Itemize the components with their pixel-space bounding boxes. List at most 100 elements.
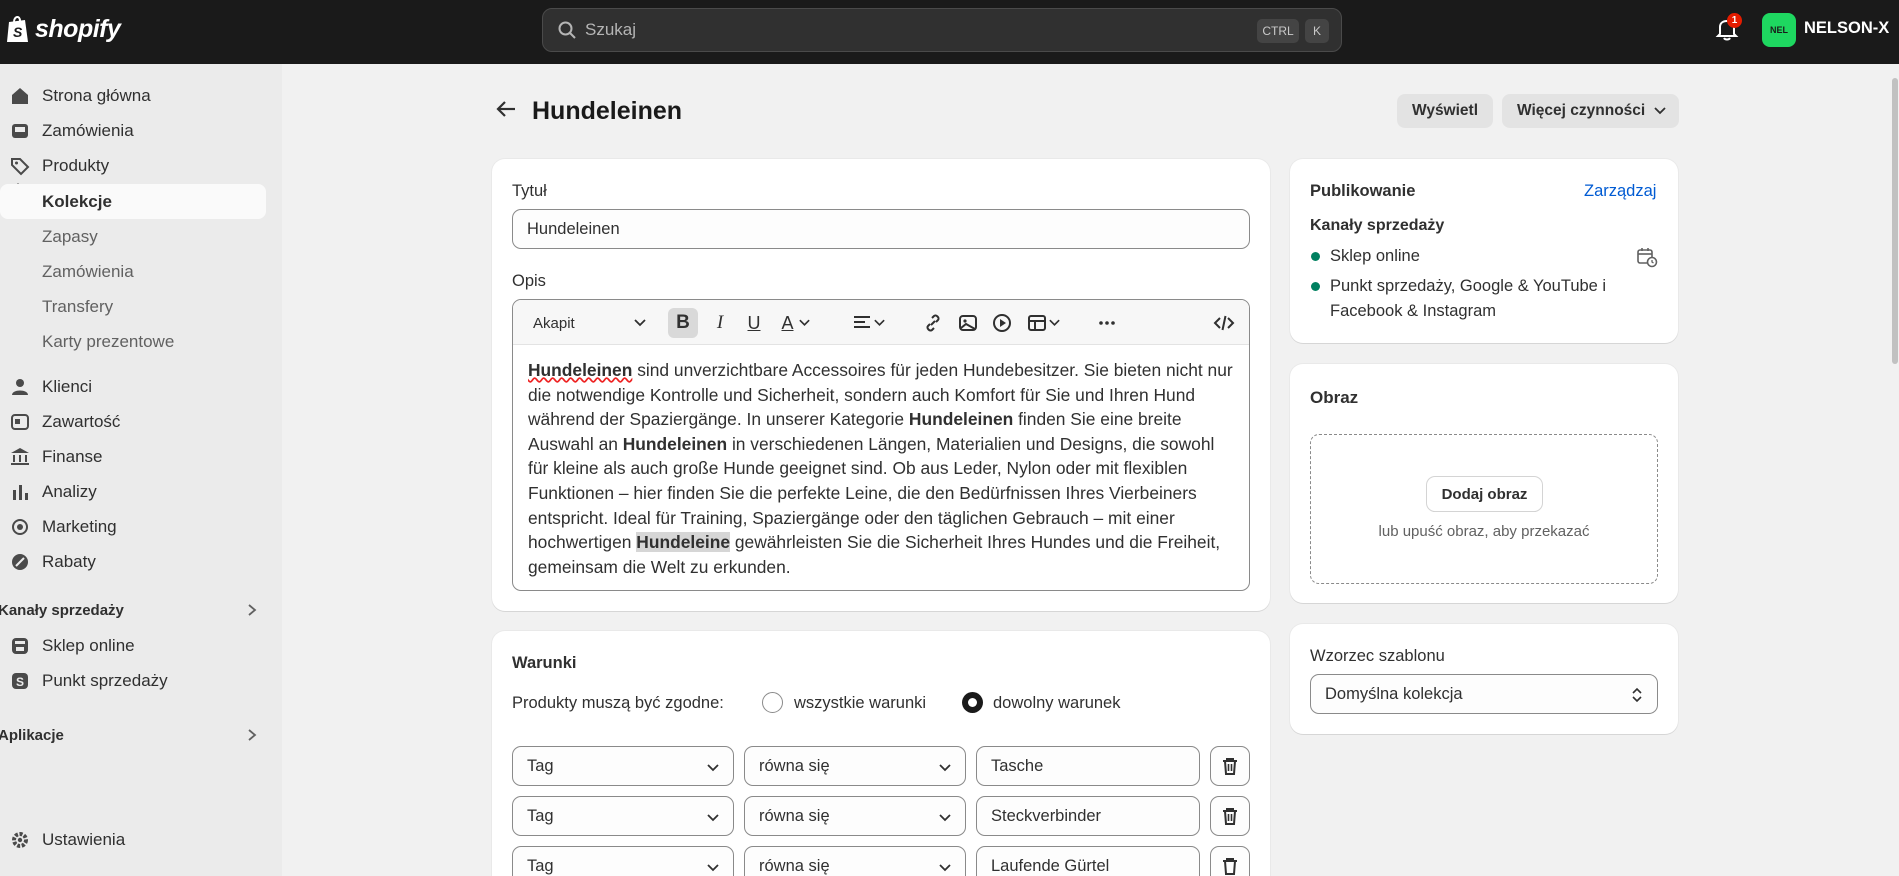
store-name[interactable]: NELSON-X — [1804, 19, 1889, 38]
status-dot — [1311, 252, 1320, 261]
keyword-bold: Hundeleinen — [528, 360, 633, 380]
calendar-clock-icon[interactable] — [1636, 246, 1658, 268]
text-color-button[interactable]: A — [775, 311, 817, 335]
trash-icon — [1223, 758, 1237, 775]
select-value: Tag — [527, 856, 554, 875]
sidebar-item-label: Zamówienia — [42, 261, 134, 281]
condition-operator-select[interactable]: równa się — [744, 746, 966, 786]
title-input[interactable]: Hundeleinen — [512, 209, 1250, 249]
condition-value-input[interactable]: Tasche — [976, 746, 1200, 786]
inbox-icon — [12, 123, 28, 138]
more-actions-button[interactable]: Więcej czynności — [1502, 94, 1679, 128]
bold-button[interactable]: B — [668, 308, 698, 338]
radio-any-label: dowolny warunek — [993, 694, 1121, 712]
target-icon — [12, 518, 28, 535]
sidebar: Strona główna Zamówienia Produkty Kolekc… — [0, 64, 282, 876]
sidebar-item-label: Rabaty — [42, 551, 96, 571]
delete-condition-button[interactable] — [1210, 796, 1250, 836]
sidebar-item-label: Zapasy — [42, 226, 98, 246]
more-actions-label: Więcej czynności — [1517, 102, 1646, 119]
template-select[interactable]: Domyślna kolekcja — [1310, 674, 1658, 714]
format-dropdown[interactable]: Akapit — [533, 311, 646, 335]
chevron-right-icon — [248, 729, 257, 741]
condition-field-select[interactable]: Tag — [512, 746, 734, 786]
chevron-down-icon — [873, 319, 885, 327]
sidebar-item-label: Finanse — [42, 446, 103, 466]
table-icon — [1027, 315, 1046, 331]
publishing-title: Publikowanie — [1310, 182, 1416, 200]
chevron-right-icon — [248, 604, 257, 616]
chevron-down-icon — [939, 864, 951, 872]
shortcut-k: K — [1305, 19, 1329, 43]
delete-condition-button[interactable] — [1210, 746, 1250, 786]
delete-condition-button[interactable] — [1210, 846, 1250, 876]
keyword-bold-highlighted: Hundeleine — [636, 532, 731, 553]
match-label: Produkty muszą być zgodne: — [512, 694, 724, 712]
select-value: równa się — [759, 756, 830, 775]
image-button[interactable] — [954, 311, 982, 335]
sidebar-item-label: Karty prezentowe — [42, 331, 175, 351]
code-view-button[interactable] — [1210, 311, 1238, 335]
underline-button[interactable]: U — [740, 311, 768, 335]
back-arrow-icon[interactable] — [494, 96, 520, 122]
chevron-down-icon — [634, 319, 646, 327]
sidebar-item-collections[interactable]: Kolekcje — [0, 184, 266, 219]
bold-icon: B — [676, 312, 690, 333]
underline-icon: U — [747, 312, 761, 333]
apps-section[interactable]: Aplikacje — [0, 727, 257, 744]
channel-online-store: Sklep online — [1330, 247, 1420, 265]
align-left-icon — [853, 316, 870, 328]
link-icon — [926, 314, 940, 332]
chevron-down-icon — [798, 319, 810, 327]
scrollbar[interactable] — [1890, 64, 1899, 876]
trash-icon — [1223, 858, 1237, 875]
italic-icon: I — [716, 312, 724, 333]
search-bar[interactable]: Szukaj CTRL K — [542, 8, 1342, 52]
add-image-button[interactable]: Dodaj obraz — [1427, 477, 1542, 511]
radio-any-condition[interactable] — [962, 692, 983, 713]
avatar[interactable]: NEL — [1762, 13, 1796, 47]
radio-all-conditions[interactable] — [762, 692, 783, 713]
sidebar-item-label: Klienci — [42, 376, 93, 396]
store-icon — [12, 637, 28, 654]
video-button[interactable] — [988, 311, 1016, 335]
shortcut-ctrl: CTRL — [1257, 19, 1299, 43]
condition-field-select[interactable]: Tag — [512, 846, 734, 876]
condition-value-input[interactable]: Laufende Gürtel — [976, 846, 1200, 876]
shopify-logo[interactable]: S shopify — [6, 14, 121, 44]
top-bar: S shopify Szukaj CTRL K 1 NEL NELSON-X — [0, 0, 1899, 64]
radio-all-label: wszystkie warunki — [794, 694, 927, 712]
align-button[interactable] — [847, 311, 889, 335]
play-icon — [993, 314, 1011, 332]
condition-value-input[interactable]: Steckverbinder — [976, 796, 1200, 836]
link-button[interactable] — [919, 311, 947, 335]
section-label: Aplikacje — [0, 727, 64, 744]
table-button[interactable] — [1023, 311, 1063, 335]
italic-button[interactable]: I — [706, 311, 734, 335]
shopify-bag-icon: S — [7, 16, 28, 42]
scrollbar-thumb[interactable] — [1892, 78, 1898, 364]
conditions-title: Warunki — [512, 654, 577, 672]
condition-field-select[interactable]: Tag — [512, 796, 734, 836]
sidebar-item-label: Analizy — [42, 481, 97, 501]
condition-operator-select[interactable]: równa się — [744, 846, 966, 876]
description-text[interactable]: Hundeleinen sind unverzichtbare Accessoi… — [528, 358, 1234, 579]
template-label: Wzorzec szablonu — [1310, 647, 1445, 665]
notification-badge: 1 — [1727, 13, 1742, 28]
manage-link[interactable]: Zarządzaj — [1584, 182, 1656, 201]
status-dot — [1311, 282, 1320, 291]
more-formatting-button[interactable] — [1093, 311, 1121, 335]
condition-operator-select[interactable]: równa się — [744, 796, 966, 836]
rich-text-editor[interactable]: Akapit B I U A Hundeleinen sind unverzic… — [512, 299, 1250, 591]
select-value: równa się — [759, 806, 830, 825]
pos-icon: S — [12, 672, 28, 689]
select-value: Domyślna kolekcja — [1325, 684, 1463, 703]
view-button[interactable]: Wyświetl — [1397, 94, 1493, 128]
select-value: Tag — [527, 756, 554, 775]
sales-channels-section[interactable]: Kanały sprzedaży — [0, 602, 257, 619]
person-icon — [12, 378, 28, 395]
channel-facebook: Facebook & Instagram — [1330, 302, 1496, 320]
sidebar-item-label: Sklep online — [42, 635, 135, 655]
channels-label: Kanały sprzedaży — [1310, 217, 1445, 234]
sidebar-item-label: Punkt sprzedaży — [42, 670, 168, 690]
